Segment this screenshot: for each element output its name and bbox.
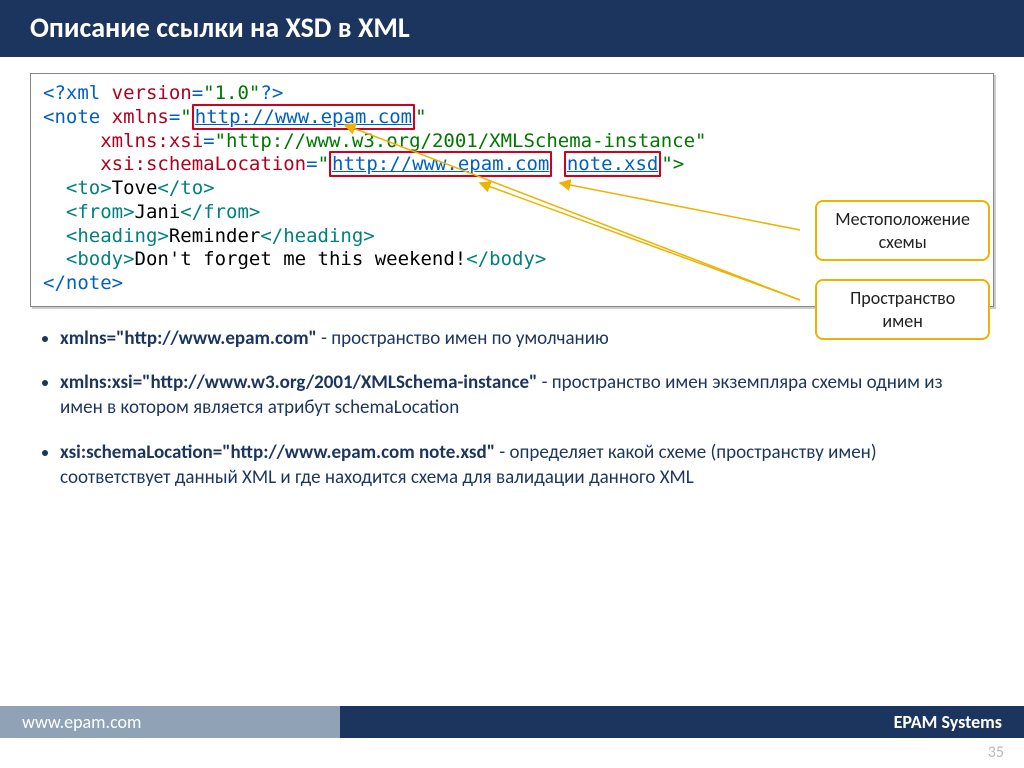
bullet-rest: - пространство имен по умолчанию xyxy=(317,327,609,350)
bullet-lead: xmlns:xsi="http://www.w3.org/2001/XMLSch… xyxy=(60,371,537,394)
code: </body> xyxy=(466,248,546,270)
code: </heading> xyxy=(260,225,374,247)
code: <to> xyxy=(43,177,112,199)
link-xmlns-epam[interactable]: http://www.epam.com xyxy=(195,106,412,128)
code: <body> xyxy=(43,248,135,270)
code: <?xml xyxy=(43,82,112,104)
code: xmlns:xsi xyxy=(100,130,203,152)
code: </from> xyxy=(180,201,260,223)
callout-schema-location: Местоположение схемы xyxy=(815,200,990,261)
code: = xyxy=(192,82,203,104)
code: = xyxy=(169,106,180,128)
code: Don't forget me this weekend! xyxy=(135,248,467,270)
footer-url: www.epam.com xyxy=(0,706,340,738)
code xyxy=(552,153,563,175)
callout-namespace: Пространство имен xyxy=(815,279,990,340)
code: "http://www.w3.org/2001/XMLSchema-instan… xyxy=(215,130,707,152)
code: Tove xyxy=(112,177,158,199)
callout-line: Пространство xyxy=(835,287,970,310)
bullet-item: xsi:schemaLocation="http://www.epam.com … xyxy=(60,441,984,490)
code: " xyxy=(415,106,426,128)
code: <note xyxy=(43,106,112,128)
link-schemaloc-epam[interactable]: http://www.epam.com xyxy=(332,153,549,175)
bullet-item: xmlns:xsi="http://www.w3.org/2001/XMLSch… xyxy=(60,371,984,420)
code: = xyxy=(203,130,214,152)
code: </to> xyxy=(157,177,214,199)
code: Reminder xyxy=(169,225,261,247)
code xyxy=(43,153,100,175)
code: "1.0" xyxy=(203,82,260,104)
code: = xyxy=(306,153,317,175)
callout-line: Местоположение xyxy=(835,208,970,231)
callout-line: схемы xyxy=(835,231,970,254)
page-number: 35 xyxy=(988,743,1004,762)
code: Jani xyxy=(135,201,181,223)
callout-group: Местоположение схемы Пространство имен xyxy=(815,200,990,358)
slide-title: Описание ссылки на XSD в XML xyxy=(0,0,1024,57)
callout-line: имен xyxy=(835,310,970,333)
code: " xyxy=(180,106,191,128)
code: "> xyxy=(661,153,684,175)
footer: www.epam.com EPAM Systems xyxy=(0,706,1024,738)
code: <from> xyxy=(43,201,135,223)
code: </note> xyxy=(43,272,123,294)
code: xsi:schemaLocation xyxy=(100,153,306,175)
bullet-lead: xmlns="http://www.epam.com" xyxy=(60,327,317,350)
footer-brand: EPAM Systems xyxy=(340,706,1024,738)
code: ?> xyxy=(260,82,283,104)
code: <heading> xyxy=(43,225,169,247)
code xyxy=(43,130,100,152)
link-note-xsd[interactable]: note.xsd xyxy=(567,153,659,175)
code: " xyxy=(318,153,329,175)
bullet-lead: xsi:schemaLocation="http://www.epam.com … xyxy=(60,441,495,464)
code: version xyxy=(112,82,192,104)
code: xmlns xyxy=(112,106,169,128)
